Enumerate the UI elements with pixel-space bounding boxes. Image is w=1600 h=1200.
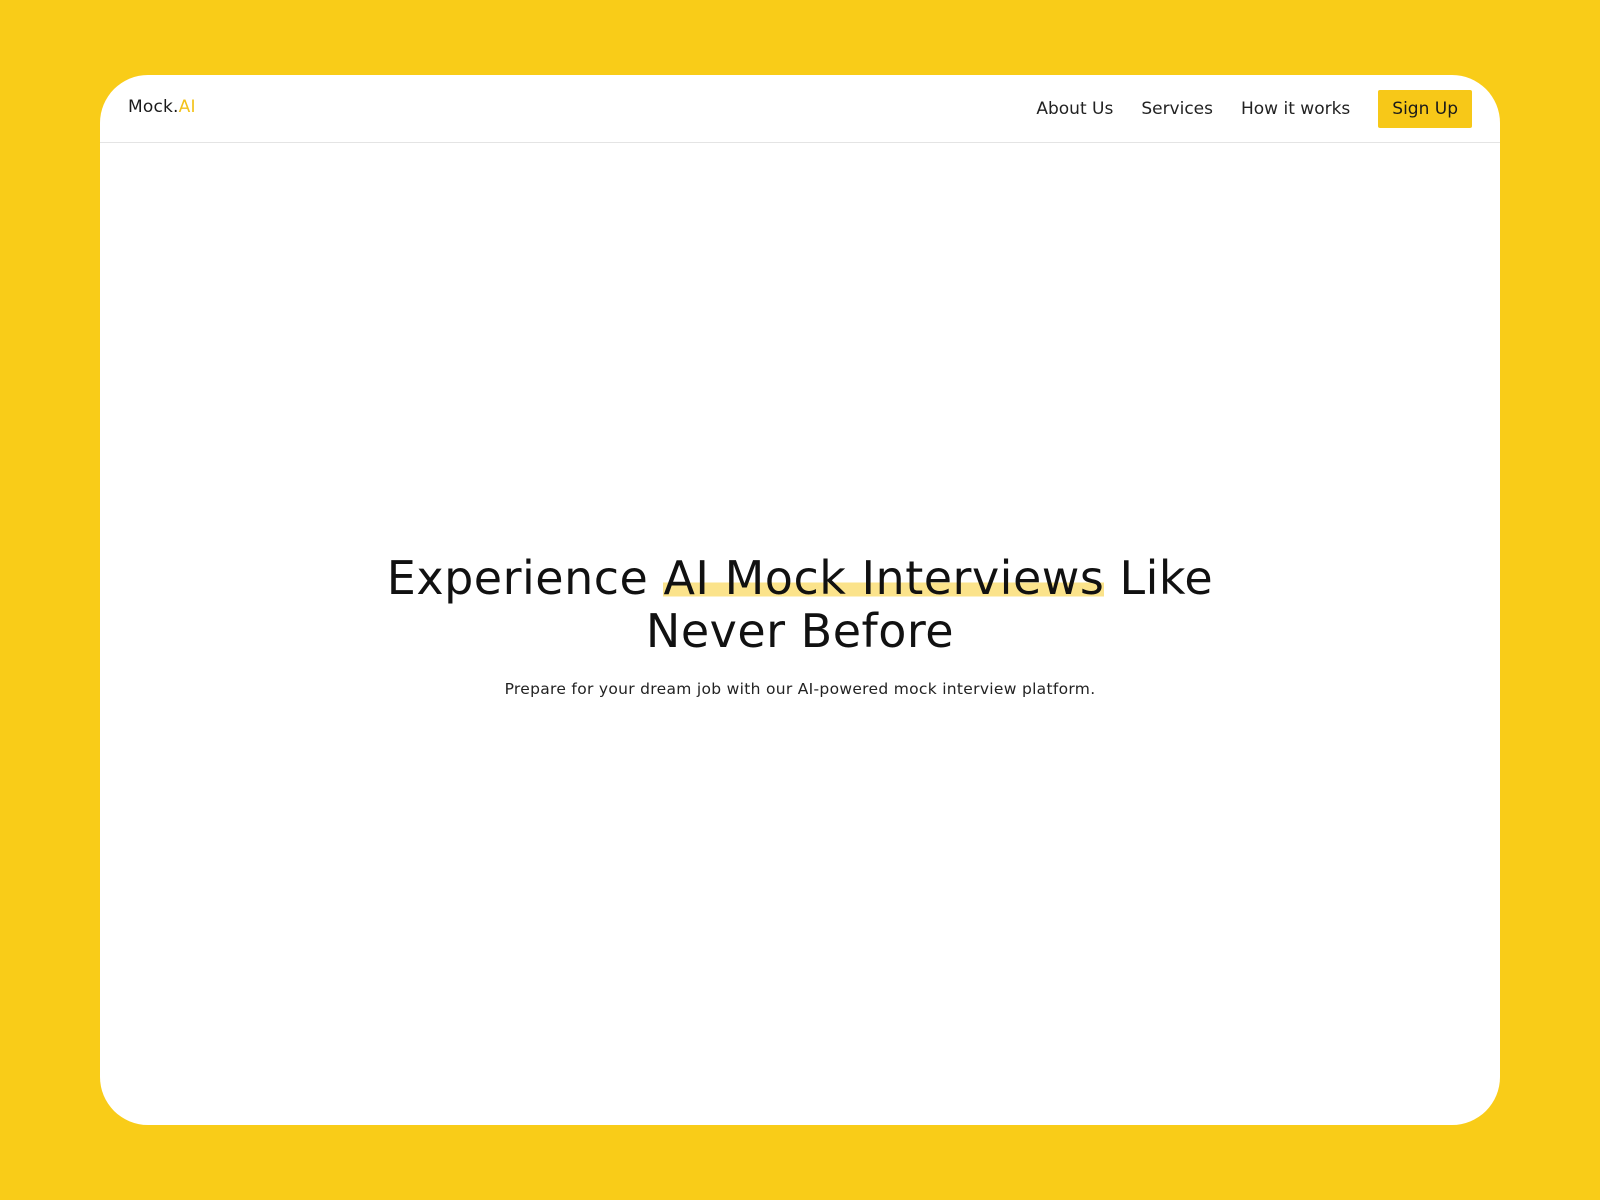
nav-link-how-it-works[interactable]: How it works <box>1241 99 1350 119</box>
nav-link-services[interactable]: Services <box>1141 99 1213 119</box>
browser-window: Mock.AI About Us Services How it works S… <box>100 75 1500 1125</box>
headline-text-start: Experience <box>386 551 664 605</box>
headline-highlight: AI Mock Interviews <box>663 551 1105 605</box>
brand-name: Mock. <box>128 97 179 117</box>
nav-links: About Us Services How it works Sign Up <box>1036 90 1472 128</box>
sign-up-button[interactable]: Sign Up <box>1378 90 1472 128</box>
hero-section: Experience AI Mock Interviews Like Never… <box>100 551 1500 714</box>
top-navbar: Mock.AI About Us Services How it works S… <box>100 75 1500 143</box>
brand-accent: AI <box>178 97 196 117</box>
hero-headline: Experience AI Mock Interviews Like Never… <box>370 551 1230 658</box>
hero-subtitle: Prepare for your dream job with our AI-p… <box>504 680 1096 698</box>
brand-logo[interactable]: Mock.AI <box>128 97 196 117</box>
nav-link-about-us[interactable]: About Us <box>1036 99 1113 119</box>
